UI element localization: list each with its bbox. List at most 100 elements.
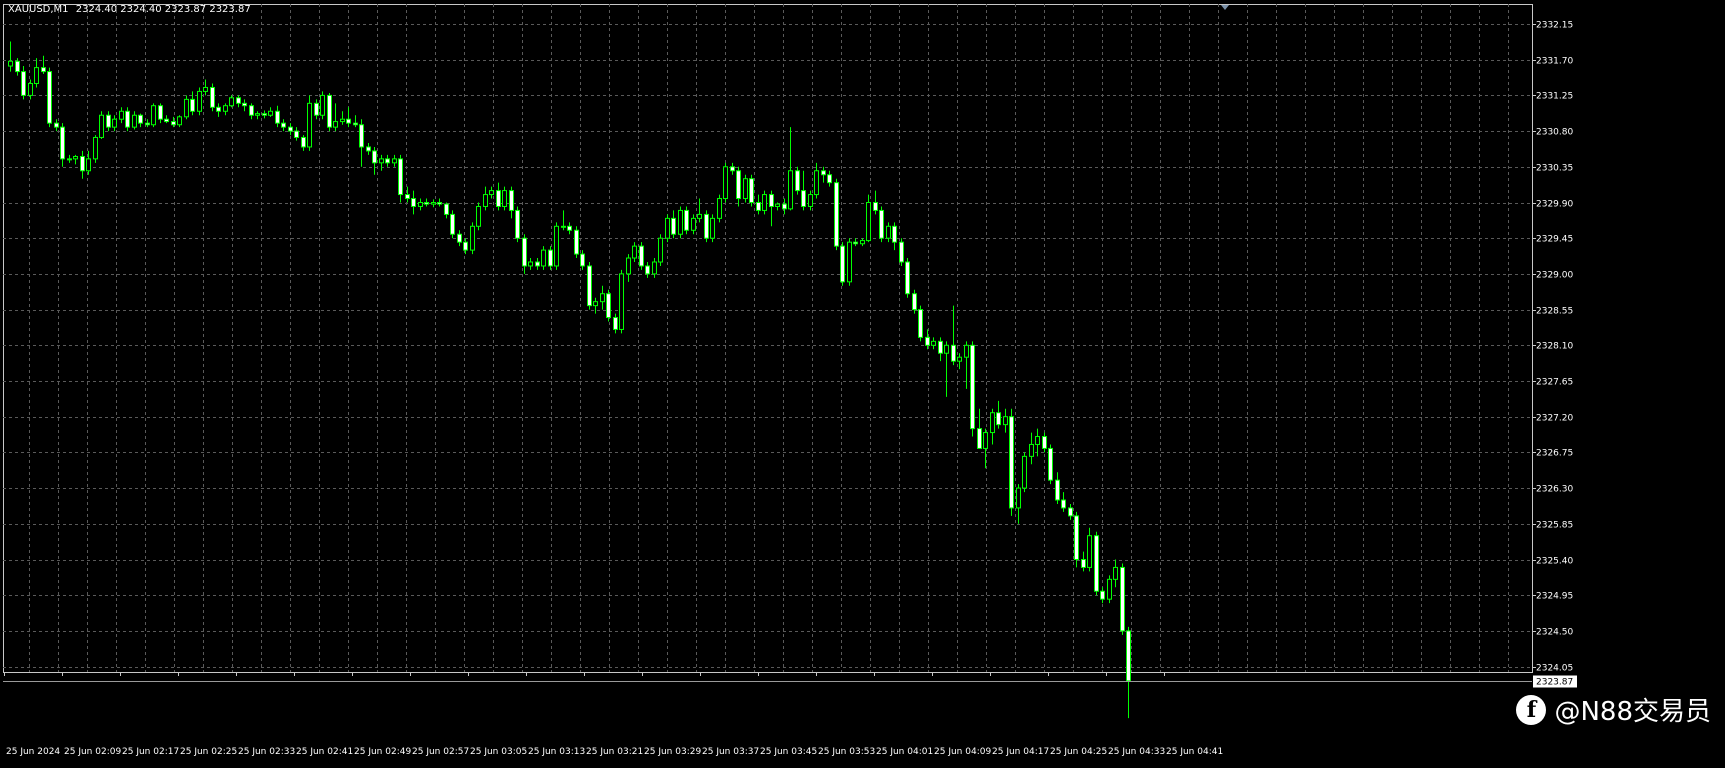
candle-body-bearish bbox=[288, 126, 293, 132]
candle-body-bullish bbox=[392, 158, 397, 164]
candle-body-bullish bbox=[418, 202, 423, 207]
candle-body-bearish bbox=[21, 71, 26, 96]
candle-body-bearish bbox=[730, 166, 735, 172]
y-tick-label: 2328.10 bbox=[1536, 342, 1573, 352]
candle-body-bearish bbox=[242, 102, 247, 107]
candlestick-chart-canvas[interactable]: 2332.15 2331.70 2331.25 2330.80 2330.35 2329.… bbox=[0, 0, 1725, 764]
candle-body-bullish bbox=[151, 105, 156, 126]
candle-body-bullish bbox=[847, 241, 852, 283]
chart-shift-marker[interactable] bbox=[1221, 5, 1229, 10]
candle-body-bullish bbox=[710, 217, 715, 239]
candle-body-bearish bbox=[60, 126, 65, 160]
candle-body-bearish bbox=[301, 136, 306, 148]
candle-body-bearish bbox=[1100, 590, 1105, 600]
candle-body-bullish bbox=[28, 83, 33, 96]
candle-body-bullish bbox=[112, 118, 117, 128]
y-tick-label: 2329.90 bbox=[1536, 200, 1573, 210]
candle-body-bearish bbox=[821, 170, 826, 176]
candle-body-bearish bbox=[515, 209, 520, 239]
y-tick-label: 2326.75 bbox=[1536, 449, 1573, 459]
candle-body-bearish bbox=[385, 158, 390, 164]
y-tick-label: 2332.15 bbox=[1536, 21, 1573, 31]
candle-body-bearish bbox=[275, 110, 280, 124]
candle-body-bullish bbox=[775, 203, 780, 207]
candle-body-bearish bbox=[756, 202, 761, 211]
candle-body-bearish bbox=[704, 213, 709, 239]
candle-body-bearish bbox=[314, 102, 319, 116]
candle-body-bearish bbox=[450, 213, 455, 235]
candle-body-bullish bbox=[229, 97, 234, 107]
candle-body-bearish bbox=[359, 124, 364, 148]
candle-body-bullish bbox=[691, 217, 696, 231]
candle-body-bearish bbox=[782, 203, 787, 210]
candle-body-bearish bbox=[1009, 416, 1014, 509]
x-tick-label: 25 Jun 02:57 bbox=[412, 747, 469, 757]
ohlc-quote: 2324.40 2324.40 2323.87 2323.87 bbox=[75, 4, 251, 15]
price-chart[interactable]: 2332.15 2331.70 2331.25 2330.80 2330.35 2329.… bbox=[0, 0, 1725, 764]
candle-body-bearish bbox=[606, 293, 611, 319]
candle-body-bearish bbox=[834, 182, 839, 247]
candle-body-bearish bbox=[996, 412, 1001, 426]
candle-body-bullish bbox=[957, 356, 962, 362]
candle-body-bullish bbox=[658, 237, 663, 263]
candle-body-bearish bbox=[1061, 499, 1066, 509]
candle-body-bearish bbox=[424, 202, 429, 205]
y-tick-label: 2330.80 bbox=[1536, 128, 1573, 138]
y-tick-label: 2325.40 bbox=[1536, 557, 1573, 567]
candle-body-bearish bbox=[1042, 436, 1047, 449]
x-tick-label: 25 Jun 04:33 bbox=[1108, 747, 1165, 757]
candle-body-bullish bbox=[203, 86, 208, 92]
candle-body-bearish bbox=[15, 60, 20, 73]
candle-body-bearish bbox=[899, 241, 904, 263]
candle-body-bearish bbox=[236, 97, 241, 104]
candle-body-bullish bbox=[340, 118, 345, 123]
candle-body-bullish bbox=[697, 213, 702, 219]
candle-body-bearish bbox=[138, 114, 143, 124]
candle-body-bearish bbox=[80, 155, 85, 172]
candle-body-bullish bbox=[814, 170, 819, 196]
candle-body-bearish bbox=[1055, 479, 1060, 501]
candle-body-bearish bbox=[918, 309, 923, 338]
candle-body-bullish bbox=[333, 121, 338, 128]
x-tick-label: 25 Jun 02:09 bbox=[64, 747, 121, 757]
candle-body-bearish bbox=[210, 86, 215, 108]
candle-body-bullish bbox=[964, 344, 969, 358]
x-tick-label: 25 Jun 02:49 bbox=[354, 747, 411, 757]
candle-body-bearish bbox=[294, 130, 299, 138]
candle-body-bearish bbox=[801, 190, 806, 207]
candle-body-bullish bbox=[723, 166, 728, 200]
candle-body-bearish bbox=[905, 261, 910, 295]
candle-body-bullish bbox=[762, 194, 767, 211]
candle-body-bearish bbox=[398, 158, 403, 196]
y-tick-label: 2328.55 bbox=[1536, 307, 1573, 317]
x-tick-label: 25 Jun 04:41 bbox=[1166, 747, 1223, 757]
candle-body-bearish bbox=[639, 245, 644, 267]
candle-body-bullish bbox=[860, 240, 865, 245]
candle-body-bullish bbox=[1022, 455, 1027, 489]
candle-body-bearish bbox=[41, 67, 46, 73]
candle-body-bearish bbox=[1120, 566, 1125, 632]
x-tick-label: 25 Jun 03:37 bbox=[702, 747, 759, 757]
chart-header: XAUUSD,M1 2324.40 2324.40 2323.87 2323.8… bbox=[8, 4, 255, 15]
candle-body-bullish bbox=[86, 158, 91, 172]
candle-body-bullish bbox=[554, 225, 559, 267]
y-tick-label: 2330.35 bbox=[1536, 164, 1573, 174]
y-tick-label: 2331.70 bbox=[1536, 57, 1573, 67]
candle-body-bearish bbox=[106, 114, 111, 128]
y-tick-label: 2331.25 bbox=[1536, 92, 1573, 102]
x-tick-label: 25 Jun 03:29 bbox=[644, 747, 701, 757]
candle-body-bullish bbox=[177, 116, 182, 126]
candle-body-bullish bbox=[665, 217, 670, 239]
candle-body-bearish bbox=[613, 317, 618, 330]
candle-body-bearish bbox=[548, 249, 553, 267]
candle-body-bearish bbox=[496, 190, 501, 207]
candle-body-bearish bbox=[977, 428, 982, 449]
candle-body-bullish bbox=[307, 102, 312, 148]
candle-body-bullish bbox=[93, 136, 98, 160]
candle-body-bearish bbox=[522, 237, 527, 267]
candle-body-bearish bbox=[444, 203, 449, 215]
watermark: f @N88交易员 bbox=[1516, 691, 1711, 728]
candle-body-bullish bbox=[1035, 436, 1040, 445]
x-tick-label: 25 Jun 03:05 bbox=[470, 747, 527, 757]
candle-body-bearish bbox=[671, 217, 676, 235]
